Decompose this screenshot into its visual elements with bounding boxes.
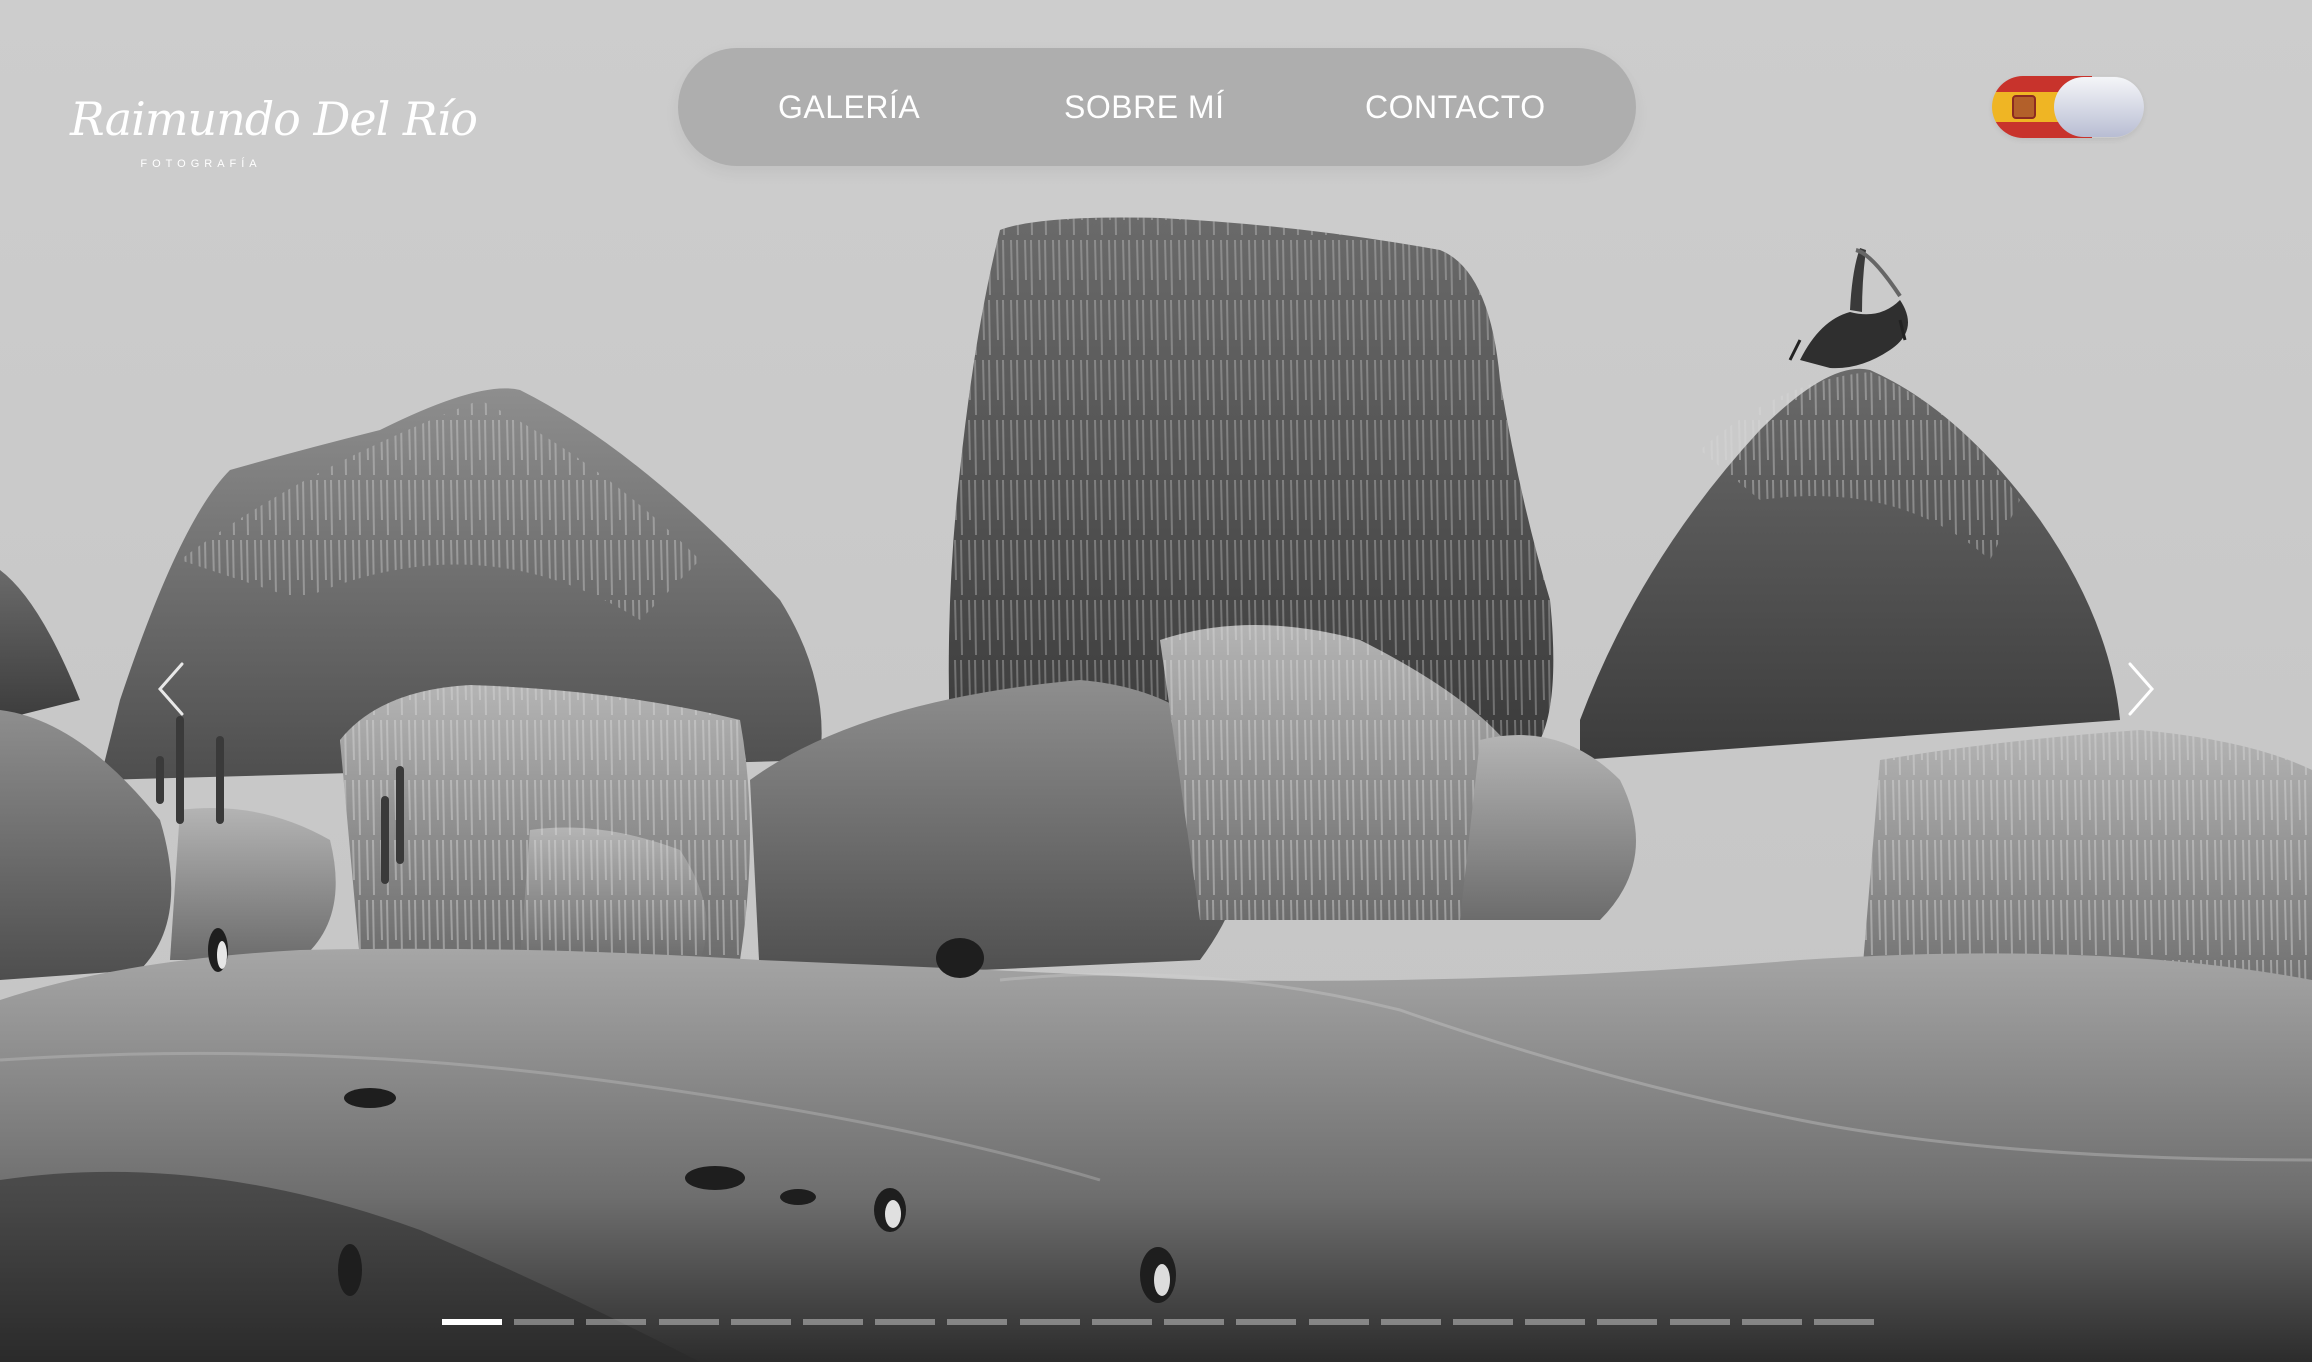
carousel-indicator[interactable] xyxy=(1236,1319,1297,1325)
nav-item-sobre-mi[interactable]: SOBRE MÍ xyxy=(1064,48,1224,166)
language-toggle[interactable] xyxy=(1992,76,2144,138)
chevron-right-icon xyxy=(2128,662,2154,716)
carousel-indicator[interactable] xyxy=(514,1319,575,1325)
logo-subtitle: FOTOGRAFÍA xyxy=(140,158,262,170)
carousel-indicator[interactable] xyxy=(875,1319,936,1325)
carousel-indicator[interactable] xyxy=(1525,1319,1586,1325)
carousel-indicator[interactable] xyxy=(1452,1319,1513,1325)
carousel-indicator[interactable] xyxy=(586,1319,647,1325)
carousel-indicator[interactable] xyxy=(658,1319,719,1325)
nav-item-galeria[interactable]: GALERÍA xyxy=(778,48,920,166)
toggle-knob[interactable] xyxy=(2054,77,2144,137)
carousel-indicator[interactable] xyxy=(1669,1319,1730,1325)
carousel-indicator[interactable] xyxy=(1741,1319,1802,1325)
site-logo[interactable]: Raimundo Del Río FOTOGRAFÍA xyxy=(66,92,478,184)
rocks-penguins-photo xyxy=(0,0,2312,1362)
carousel-indicator[interactable] xyxy=(947,1319,1008,1325)
chevron-left-icon xyxy=(158,662,184,716)
carousel-prev-button[interactable] xyxy=(152,660,192,718)
carousel-indicator[interactable] xyxy=(1380,1319,1441,1325)
logo-signature: Raimundo Del Río xyxy=(70,92,478,146)
carousel-indicator[interactable] xyxy=(1164,1319,1225,1325)
nav-item-contacto[interactable]: CONTACTO xyxy=(1365,48,1546,166)
carousel-indicator[interactable] xyxy=(1597,1319,1658,1325)
carousel-indicator[interactable] xyxy=(1019,1319,1080,1325)
carousel-next-button[interactable] xyxy=(2120,660,2160,718)
carousel-indicators xyxy=(442,1319,1874,1327)
carousel-indicator[interactable] xyxy=(1308,1319,1369,1325)
carousel-indicator[interactable] xyxy=(1091,1319,1152,1325)
carousel-indicator[interactable] xyxy=(1814,1319,1874,1325)
carousel-indicator[interactable] xyxy=(803,1319,864,1325)
hero-photo xyxy=(0,0,2312,1362)
carousel-indicator[interactable] xyxy=(442,1319,502,1325)
carousel-indicator[interactable] xyxy=(730,1319,791,1325)
main-nav: GALERÍA SOBRE MÍ CONTACTO xyxy=(678,48,1636,166)
